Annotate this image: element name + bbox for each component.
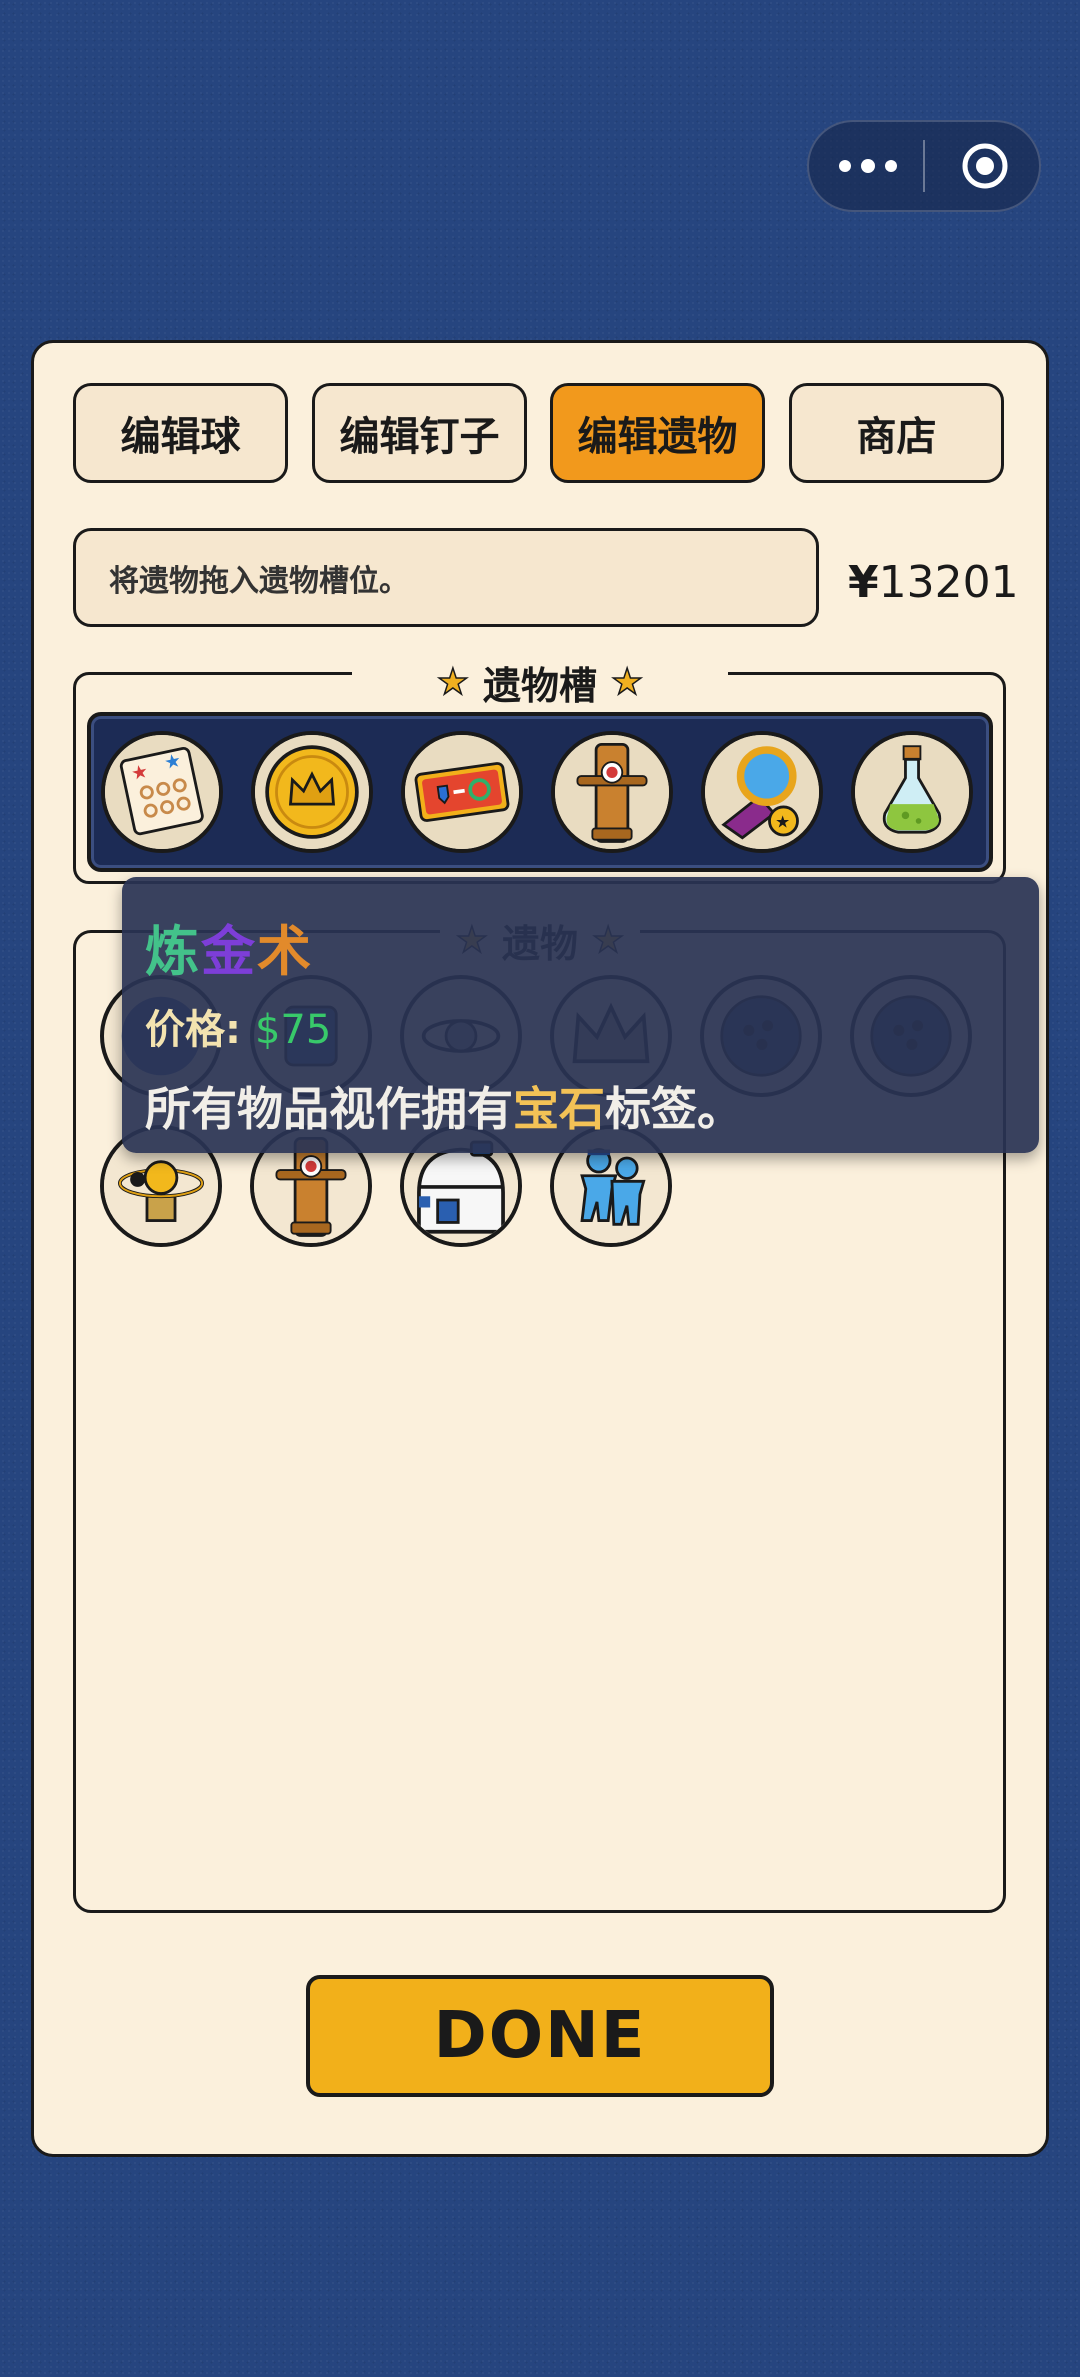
money-amount: 13201 (878, 557, 1019, 608)
tab-edit-pegs[interactable]: 编辑钉子 (312, 383, 527, 483)
tab-edit-ball[interactable]: 编辑球 (73, 383, 288, 483)
star-icon: ★ (436, 661, 470, 704)
capsule-divider (923, 140, 925, 192)
star-icon: ★ (610, 661, 644, 704)
relic-slot-title: ★ 遗物槽 ★ (352, 652, 728, 712)
training-dummy-icon[interactable] (551, 731, 673, 853)
ticket-icon[interactable] (401, 731, 523, 853)
magnifier-star-icon[interactable]: ★ (701, 731, 823, 853)
relic-tooltip: 炼金术 价格: $75 所有物品视作拥有宝石标签。 (122, 877, 1039, 1153)
tooltip-description: 所有物品视作拥有宝石标签。 (145, 1082, 743, 1136)
gold-crown-coin-icon[interactable] (251, 731, 373, 853)
svg-text:★: ★ (775, 812, 790, 832)
tab-shop[interactable]: 商店 (789, 383, 1004, 483)
potion-flask-icon[interactable] (851, 731, 973, 853)
more-dots-icon[interactable] (839, 122, 919, 210)
done-button[interactable]: DONE (306, 1975, 774, 2097)
tab-edit-relics[interactable]: 编辑遗物 (550, 383, 765, 483)
instruction-hint: 将遗物拖入遗物槽位。 (73, 528, 819, 627)
tooltip-price-value: $75 (254, 1007, 332, 1053)
mini-program-capsule (807, 120, 1041, 212)
target-circle-icon[interactable] (961, 142, 1009, 190)
money-display: ¥13201 (848, 557, 1019, 608)
map-scroll-icon[interactable]: ★ ★ (101, 731, 223, 853)
tooltip-relic-name: 炼金术 (145, 920, 313, 983)
tooltip-price: 价格: $75 (145, 1007, 332, 1053)
